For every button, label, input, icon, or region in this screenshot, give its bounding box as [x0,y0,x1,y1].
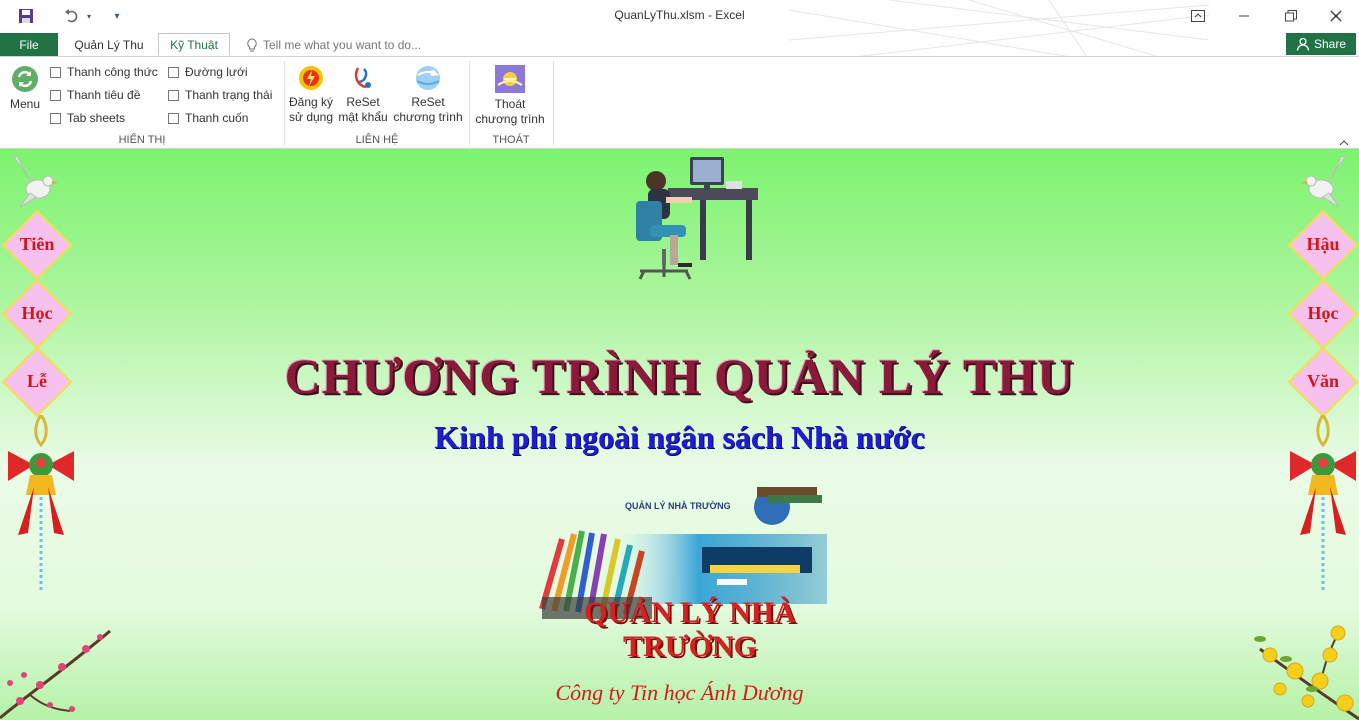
checkbox-label: Thanh công thức [67,65,158,79]
sub-title: Kinh phí ngoài ngân sách Nhà nước [434,419,925,455]
exit-sun-icon [495,65,525,93]
checkbox-box[interactable] [168,112,179,124]
group-label-hien-thi: HIỂN THỊ [118,134,166,146]
key-logo-icon [350,65,376,91]
banner-word-hoc-right: Học [1307,303,1339,323]
tell-me-search[interactable]: Tell me what you want to do... [246,33,421,56]
main-title: CHƯƠNG TRÌNH QUẢN LÝ THU [284,348,1075,404]
checkbox-label: Tab sheets [67,111,126,125]
bell-ribbon-ornament [8,415,74,591]
checkbox-duong-luoi[interactable]: Đường lưới [168,65,247,79]
thoat-chuong-trinh-button[interactable]: Thoát chương trình [472,65,548,127]
person-icon [1296,37,1310,51]
company-name: Công ty Tin học Ánh Dương [555,680,804,705]
sheet-canvas[interactable]: CHƯƠNG TRÌNH QUẢN LÝ THU Kinh phí ngoài … [0,149,1359,720]
group-label-lien-he: LIÊN HỆ [355,134,399,146]
checkbox-box[interactable] [50,89,61,101]
globe-icon [413,65,443,91]
lightbulb-icon [247,37,257,51]
checkbox-thanh-tieu-de[interactable]: Thanh tiêu đề [50,88,140,102]
ribbon-tabs: File Quản Lý Thu Kỹ Thuật Tell me what y… [0,32,1359,57]
lightning-icon [298,65,324,91]
logo-caption: QUẢN LÝ NHÀ TRƯỜNG [584,596,796,663]
checkbox-box[interactable] [168,89,179,101]
bell-ribbon-ornament [1290,415,1356,591]
close-icon[interactable] [1316,4,1356,28]
button-line2: sử dụng [288,110,334,124]
checkbox-thanh-cong-thuc[interactable]: Thanh công thức [50,65,158,79]
group-label-thoat: THOÁT [492,134,530,146]
checkbox-box[interactable] [168,66,179,78]
checkbox-tab-sheets[interactable]: Tab sheets [50,111,125,125]
checkbox-label: Thanh trạng thái [185,88,273,102]
window-title: QuanLyThu.xlsm - Excel [614,8,745,22]
group-separator [469,61,470,145]
tell-me-placeholder: Tell me what you want to do... [263,37,422,52]
button-line1: ReSet [346,95,380,109]
button-line1: Thoát [494,97,526,111]
title-bar: ▾ ▾ QuanLyThu.xlsm - Excel [0,0,1359,60]
dove-icon [12,156,58,208]
checkbox-thanh-trang-thai[interactable]: Thanh trạng thái [168,88,272,102]
banner-word-tien: Tiên [19,234,55,254]
checkbox-box[interactable] [50,66,61,78]
dang-ky-su-dung-button[interactable]: Đăng ký sử dụng [287,65,335,125]
checkbox-box[interactable] [50,112,61,124]
menu-button[interactable]: Menu [6,65,44,112]
banner-word-le: Lễ [27,371,47,391]
checkbox-thanh-cuon[interactable]: Thanh cuốn [168,111,248,125]
reset-mat-khau-button[interactable]: ReSet mật khẩu [336,65,390,125]
button-line1: Đăng ký [288,95,334,109]
tab-quan-ly-thu[interactable]: Quản Lý Thu [66,33,152,56]
button-line2: chương trình [475,112,545,126]
cherry-blossom-branch [0,629,111,720]
banner-word-hoc: Học [21,303,53,323]
tab-ky-thuat[interactable]: Kỹ Thuật [158,33,230,56]
checkbox-label: Đường lưới [185,65,248,79]
checkbox-label: Thanh cuốn [185,111,249,125]
button-line1: ReSet [411,95,445,109]
restore-icon[interactable] [1271,4,1311,28]
button-line2: mật khẩu [338,110,388,124]
group-separator [284,61,285,145]
checkbox-label: Thanh tiêu đề [67,88,141,102]
refresh-icon [11,65,39,93]
tab-file[interactable]: File [0,33,58,56]
reset-chuong-trinh-button[interactable]: ReSet chương trình [392,65,464,125]
dove-icon [1301,156,1347,208]
office-worker-illustration [636,157,758,280]
button-line2: chương trình [393,110,463,124]
collapse-ribbon-icon[interactable] [1339,138,1349,149]
share-label: Share [1313,37,1347,51]
banner-word-hau: Hậu [1306,234,1340,254]
apricot-blossom-branch [1254,625,1359,720]
logo-header-text: QUẢN LÝ NHÀ TRƯỜNG [625,501,731,511]
menu-label: Menu [9,97,41,111]
minimize-icon[interactable] [1224,4,1264,28]
group-separator [553,61,554,145]
banner-word-van: Văn [1306,371,1339,391]
share-button[interactable]: Share [1286,33,1356,55]
ribbon-display-icon[interactable] [1178,4,1218,28]
ribbon: Menu Thanh công thức Thanh tiêu đề Tab s… [0,56,1359,149]
